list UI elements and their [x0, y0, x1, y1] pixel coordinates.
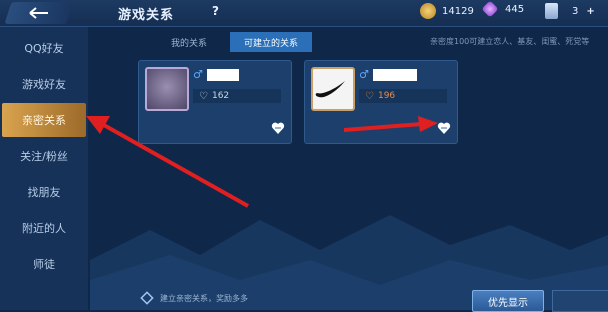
priority-display-button[interactable]: 优先显示 — [472, 290, 544, 312]
top-bar: 游戏关系 ? 14129 445 3 + — [0, 0, 608, 27]
gold-currency: 14129 — [420, 3, 474, 19]
diamond-badge-icon — [140, 291, 154, 305]
voucher-icon — [545, 3, 558, 19]
sidebar-item-mentor[interactable]: 师徒 — [0, 247, 88, 281]
corner-button[interactable] — [552, 290, 608, 312]
intimacy-value-row: ♡ 162 — [193, 89, 281, 103]
reward-hint-text: 建立亲密关系，奖励多多 — [160, 293, 248, 303]
player-name-redacted — [207, 69, 239, 81]
avatar — [311, 67, 355, 111]
annotation-arrow-right — [343, 116, 438, 132]
sidebar-item-label: 亲密关系 — [22, 114, 66, 127]
reward-hint: 建立亲密关系，奖励多多 — [140, 291, 248, 305]
sidebar-item-label: QQ好友 — [24, 42, 64, 55]
sidebar-item-label: 游戏好友 — [22, 78, 66, 91]
male-gender-icon: ♂ — [359, 68, 369, 81]
ticket-value: 3 — [572, 5, 579, 17]
sidebar-item-label: 附近的人 — [22, 222, 66, 235]
gold-coin-icon — [420, 3, 436, 19]
tab-my-relations[interactable]: 我的关系 — [148, 32, 230, 52]
avatar — [145, 67, 189, 111]
help-button[interactable]: ? — [212, 4, 219, 18]
sidebar-item-label: 找朋友 — [27, 186, 61, 199]
swoosh-logo-icon — [315, 81, 345, 98]
diamond-icon — [481, 0, 499, 18]
back-button[interactable] — [4, 2, 74, 24]
tab-available-relations[interactable]: 可建立的关系 — [230, 32, 312, 52]
sidebar-item-intimate[interactable]: 亲密关系 — [2, 103, 86, 137]
ticket-currency: 3 + — [545, 3, 595, 19]
intimacy-value: 196 — [377, 91, 396, 101]
relationship-tabs: 我的关系 可建立的关系 — [148, 32, 312, 52]
sidebar-item-find-friends[interactable]: 找朋友 — [0, 175, 88, 209]
gem-value: 445 — [505, 3, 525, 15]
heart-icon: ♡ — [365, 90, 374, 102]
sidebar-item-label: 师徒 — [33, 258, 55, 271]
annotation-arrow-left — [86, 116, 249, 208]
sidebar-item-game-friends[interactable]: 游戏好友 — [0, 67, 88, 101]
page-title: 游戏关系 — [118, 8, 175, 23]
player-name-redacted — [373, 69, 417, 81]
sidebar-item-label: 关注/粉丝 — [20, 150, 68, 163]
male-gender-icon: ♂ — [193, 68, 203, 81]
gem-currency: 445 — [481, 0, 525, 18]
sidebar-item-qq-friends[interactable]: QQ好友 — [0, 31, 88, 65]
sidebar: QQ好友 游戏好友 亲密关系 关注/粉丝 找朋友 附近的人 师徒 — [0, 27, 88, 310]
heart-icon: ♡ — [199, 90, 208, 102]
sidebar-item-nearby[interactable]: 附近的人 — [0, 211, 88, 245]
add-ticket-icon[interactable]: + — [586, 6, 594, 17]
intimacy-value: 162 — [211, 91, 230, 101]
build-relation-icon[interactable] — [271, 121, 285, 135]
intimacy-hint: 亲密度100可建立恋人、基友、闺蜜、死党等 — [430, 37, 590, 46]
intimacy-value-row: ♡ 196 — [359, 89, 447, 103]
back-arrow-icon — [29, 7, 48, 19]
gold-value: 14129 — [442, 5, 474, 17]
sidebar-item-follow-fans[interactable]: 关注/粉丝 — [0, 139, 88, 173]
